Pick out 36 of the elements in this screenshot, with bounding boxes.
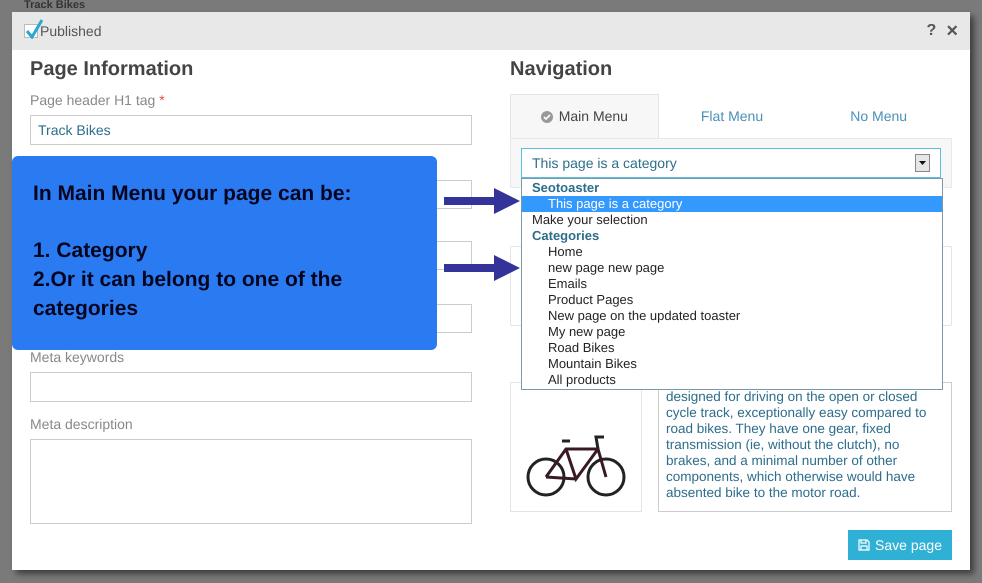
section-title: Page Information: [30, 57, 194, 82]
textarea-field[interactable]: [30, 439, 472, 524]
dropdown-option[interactable]: Home: [522, 244, 942, 260]
dropdown-option[interactable]: Emails: [522, 276, 942, 292]
close-button[interactable]: ×: [946, 21, 958, 41]
input-field[interactable]: [30, 372, 472, 402]
option-group-label: Categories: [531, 228, 600, 244]
caret-icon: [915, 154, 930, 172]
input-field[interactable]: Track Bikes: [30, 115, 472, 145]
callout-text: 2.Or it can belong to one of the categories: [33, 267, 344, 322]
menu-tab[interactable]: No Menu: [805, 94, 952, 138]
field-label: Meta keywords: [30, 348, 126, 367]
published-checkbox[interactable]: Published: [24, 20, 102, 42]
arrow-icon: [444, 188, 520, 214]
callout-heading: In Main Menu your page can be:: [33, 181, 353, 207]
dropdown-option[interactable]: New page on the updated toaster: [522, 308, 942, 324]
checkmark-icon: [25, 19, 43, 39]
field-label: Page header H1 tag *: [30, 91, 166, 110]
option-group-label: Seotoaster: [531, 180, 600, 196]
callout-text: 1. Category: [33, 238, 148, 264]
page-title: Track Bikes: [24, 0, 86, 12]
arrow-icon: [444, 255, 520, 281]
dropdown-option[interactable]: new page new page: [522, 260, 942, 276]
menu-tab[interactable]: Main Menu: [510, 94, 659, 138]
dropdown-option[interactable]: Mountain Bikes: [522, 356, 942, 372]
dropdown-option[interactable]: Product Pages: [522, 292, 942, 308]
field-label: Meta description: [30, 415, 134, 434]
menu-tab[interactable]: Flat Menu: [658, 94, 806, 138]
select-value: This page is a category: [532, 154, 678, 173]
category-select[interactable]: This page is a category: [521, 148, 941, 178]
dropdown-option[interactable]: Make your selection: [522, 212, 942, 228]
dropdown-option[interactable]: My new page: [522, 324, 942, 340]
help-button[interactable]: ?: [926, 19, 936, 43]
check-circle-icon: [540, 110, 553, 122]
section-title: Navigation: [510, 57, 614, 82]
dropdown-option[interactable]: Road Bikes: [522, 340, 942, 356]
